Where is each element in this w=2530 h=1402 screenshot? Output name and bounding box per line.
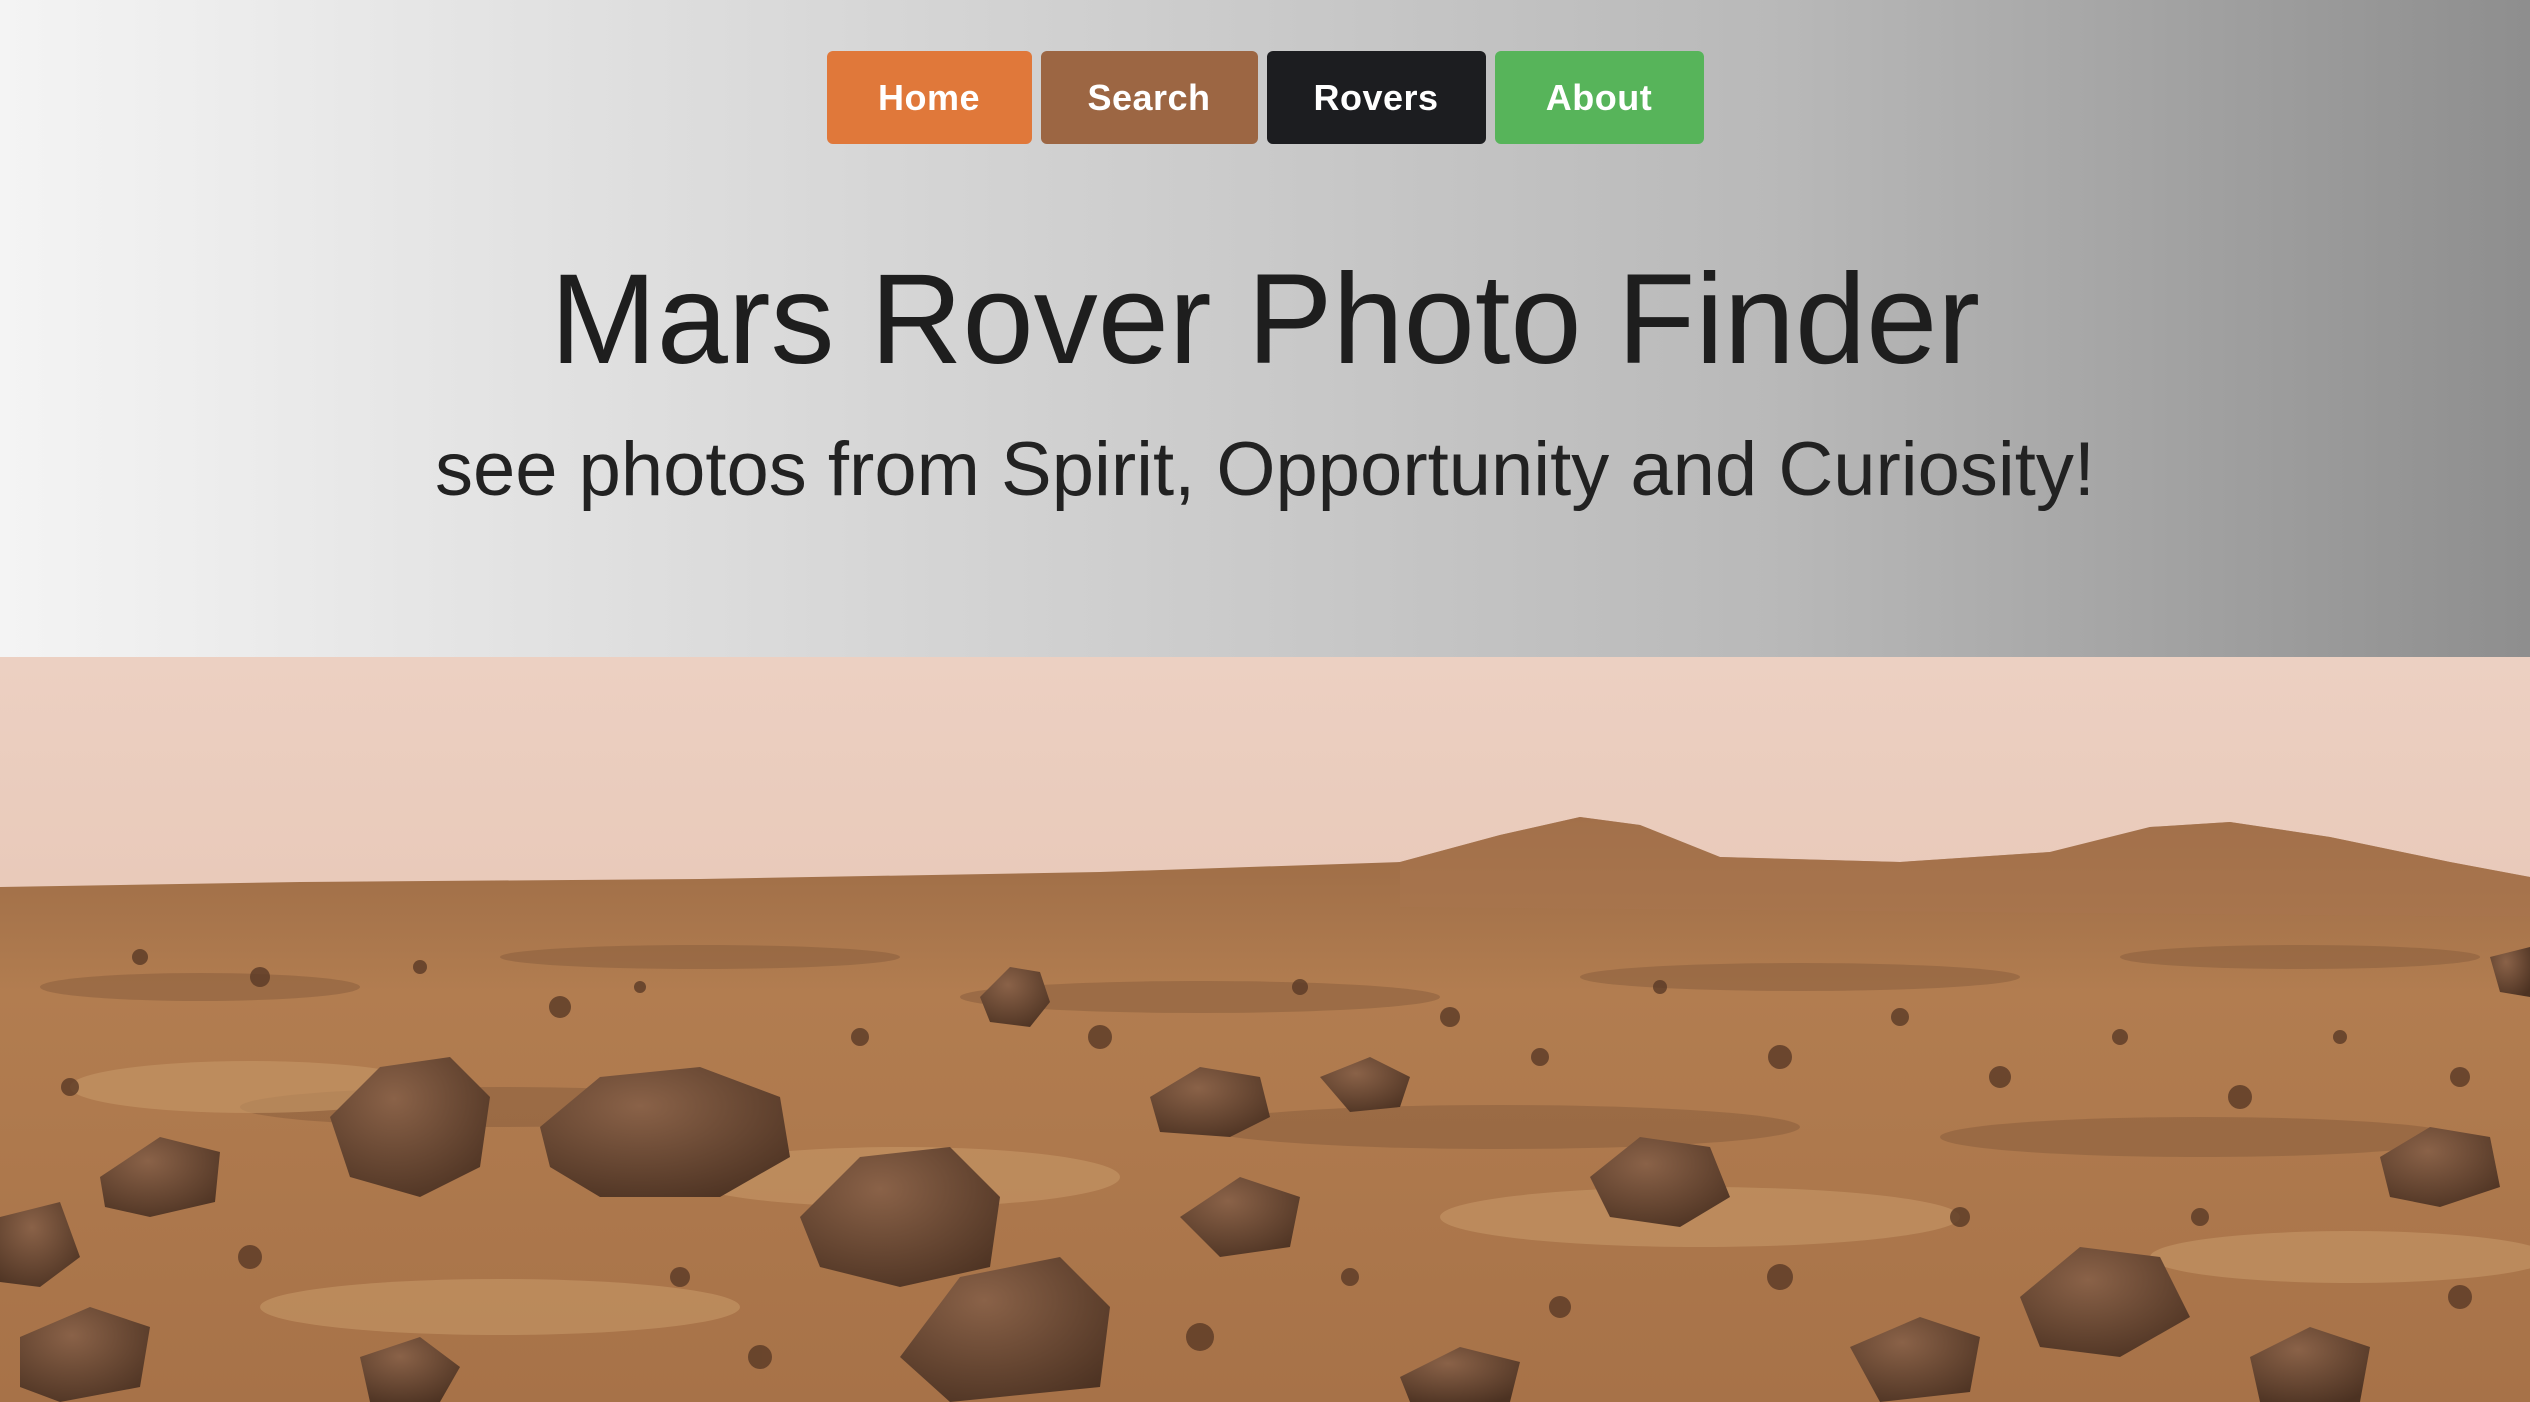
nav-about-button[interactable]: About (1494, 51, 1704, 144)
page-header: Home Search Rovers About Mars Rover Phot… (0, 0, 2530, 657)
page-title: Mars Rover Photo Finder (550, 248, 1980, 391)
main-nav: Home Search Rovers About (0, 51, 2530, 144)
mars-landscape-image (0, 657, 2530, 1402)
page-subtitle: see photos from Spirit, Opportunity and … (434, 427, 2096, 512)
nav-search-button[interactable]: Search (1040, 51, 1258, 144)
nav-rovers-button[interactable]: Rovers (1266, 51, 1486, 144)
mars-landscape-illustration (0, 657, 2530, 1402)
nav-home-button[interactable]: Home (826, 51, 1032, 144)
